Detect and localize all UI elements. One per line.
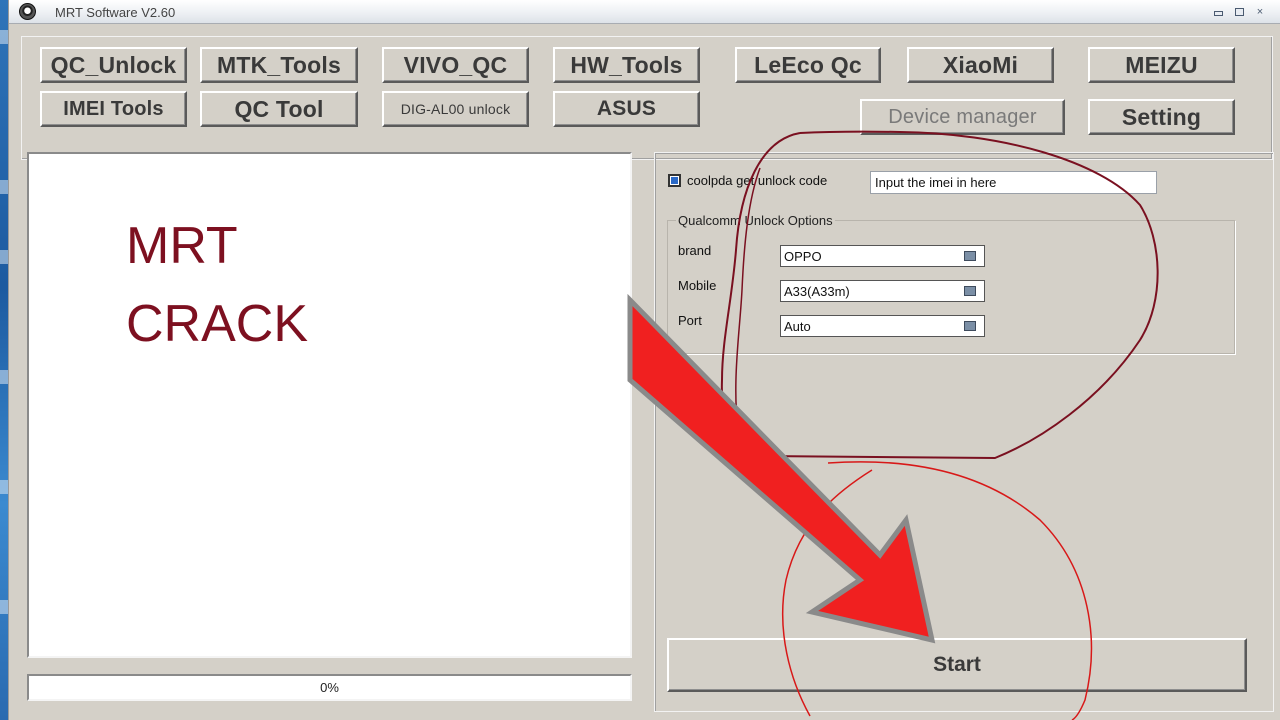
- mtk-tools-button[interactable]: MTK_Tools: [200, 47, 358, 83]
- port-label: Port: [678, 313, 702, 328]
- asus-button[interactable]: ASUS: [553, 91, 700, 127]
- window-title: MRT Software V2.60: [55, 5, 176, 20]
- progress-label: 0%: [320, 680, 339, 695]
- maximize-icon[interactable]: [1235, 8, 1244, 16]
- mobile-value: A33(A33m): [784, 284, 850, 299]
- coolpda-checkbox[interactable]: [668, 174, 681, 187]
- port-select[interactable]: Auto: [780, 315, 985, 337]
- device-manager-button[interactable]: Device manager: [860, 99, 1065, 135]
- progress-bar: 0%: [27, 674, 632, 701]
- imei-tools-button[interactable]: IMEI Tools: [40, 91, 187, 127]
- hw-tools-button[interactable]: HW_Tools: [553, 47, 700, 83]
- log-line-crack: CRACK: [126, 295, 309, 353]
- setting-button[interactable]: Setting: [1088, 99, 1235, 135]
- title-bar[interactable]: MRT Software V2.60 ×: [9, 0, 1280, 24]
- vivo-qc-button[interactable]: VIVO_QC: [382, 47, 529, 83]
- app-window: MRT Software V2.60 × QC_Unlock MTK_Tools…: [8, 0, 1280, 720]
- leeco-qc-button[interactable]: LeEco Qc: [735, 47, 881, 83]
- coolpda-label: coolpda get unlock code: [687, 173, 828, 188]
- xiaomi-button[interactable]: XiaoMi: [907, 47, 1054, 83]
- brand-value: OPPO: [784, 249, 822, 264]
- dropdown-icon[interactable]: [964, 286, 976, 296]
- app-logo-icon: [19, 3, 36, 20]
- group-title: Qualcomm Unlock Options: [676, 213, 835, 228]
- start-button[interactable]: Start: [667, 638, 1247, 692]
- dropdown-icon[interactable]: [964, 251, 976, 261]
- unlock-options-panel: coolpda get unlock code Qualcomm Unlock …: [654, 152, 1274, 712]
- brand-select[interactable]: OPPO: [780, 245, 985, 267]
- dig-al00-unlock-button[interactable]: DIG-AL00 unlock: [382, 91, 529, 127]
- qc-unlock-button[interactable]: QC_Unlock: [40, 47, 187, 83]
- vendor-toolbar: QC_Unlock MTK_Tools VIVO_QC HW_Tools LeE…: [21, 36, 1273, 160]
- meizu-button[interactable]: MEIZU: [1088, 47, 1235, 83]
- port-value: Auto: [784, 319, 811, 334]
- log-output[interactable]: MRT CRACK: [27, 152, 632, 658]
- log-line-mrt: MRT: [126, 217, 238, 275]
- close-icon[interactable]: ×: [1255, 7, 1265, 18]
- mobile-select[interactable]: A33(A33m): [780, 280, 985, 302]
- imei-input[interactable]: [870, 171, 1157, 194]
- main-content: QC_Unlock MTK_Tools VIVO_QC HW_Tools LeE…: [9, 24, 1280, 720]
- brand-label: brand: [678, 243, 712, 258]
- qc-tool-button[interactable]: QC Tool: [200, 91, 358, 127]
- qualcomm-unlock-options-group: Qualcomm Unlock Options brand OPPO Mobil…: [667, 213, 1235, 354]
- dropdown-icon[interactable]: [964, 321, 976, 331]
- minimize-icon[interactable]: [1214, 11, 1223, 16]
- mobile-label: Mobile: [678, 278, 717, 293]
